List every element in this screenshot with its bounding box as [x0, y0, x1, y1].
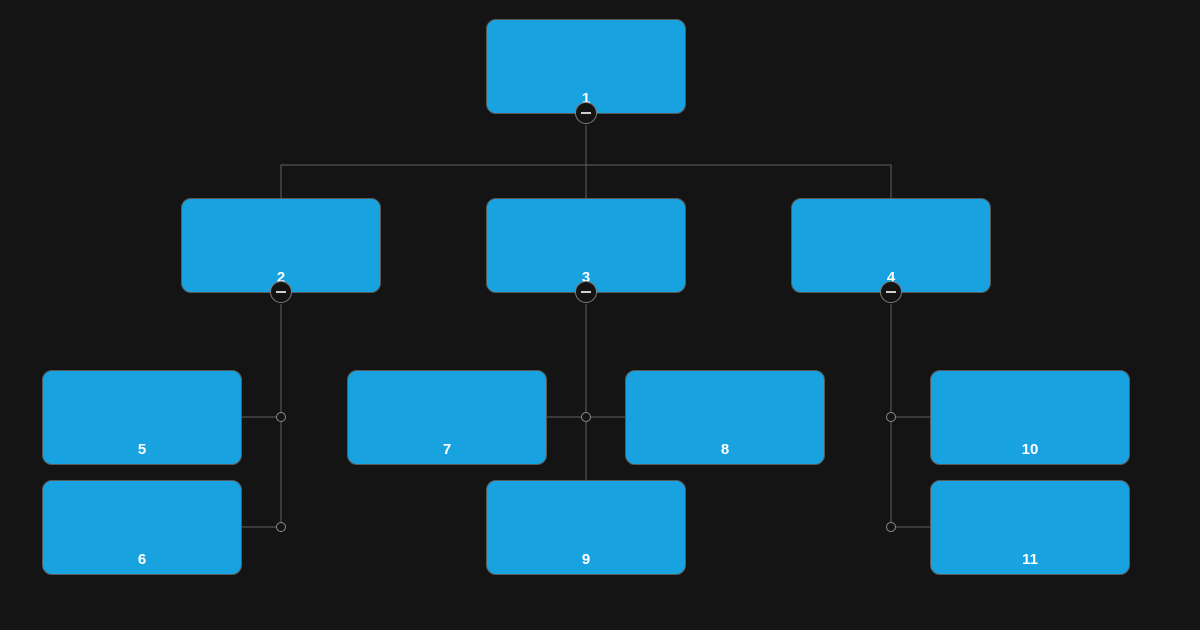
node-2[interactable]: 2 [181, 198, 381, 293]
node-4[interactable]: 4 [791, 198, 991, 293]
node-5[interactable]: 5 [42, 370, 242, 465]
node-9[interactable]: 9 [486, 480, 686, 575]
collapse-toggle[interactable] [575, 281, 597, 303]
node-label: 8 [721, 441, 729, 458]
minus-icon [581, 112, 591, 114]
junction-dot [276, 412, 286, 422]
node-label: 7 [443, 441, 451, 458]
node-7[interactable]: 7 [347, 370, 547, 465]
junction-dot [276, 522, 286, 532]
node-label: 9 [582, 551, 590, 568]
node-6[interactable]: 6 [42, 480, 242, 575]
node-label: 6 [138, 551, 146, 568]
diagram-canvas: 1 2 3 4 5 6 7 8 9 10 11 [0, 0, 1200, 630]
node-label: 11 [1022, 551, 1038, 568]
collapse-toggle[interactable] [880, 281, 902, 303]
node-11[interactable]: 11 [930, 480, 1130, 575]
node-label: 10 [1022, 441, 1039, 458]
minus-icon [581, 291, 591, 293]
node-1[interactable]: 1 [486, 19, 686, 114]
junction-dot [886, 412, 896, 422]
collapse-toggle[interactable] [270, 281, 292, 303]
node-8[interactable]: 8 [625, 370, 825, 465]
minus-icon [886, 291, 896, 293]
minus-icon [276, 291, 286, 293]
collapse-toggle[interactable] [575, 102, 597, 124]
junction-dot [581, 412, 591, 422]
node-3[interactable]: 3 [486, 198, 686, 293]
node-label: 5 [138, 441, 146, 458]
node-10[interactable]: 10 [930, 370, 1130, 465]
junction-dot [886, 522, 896, 532]
